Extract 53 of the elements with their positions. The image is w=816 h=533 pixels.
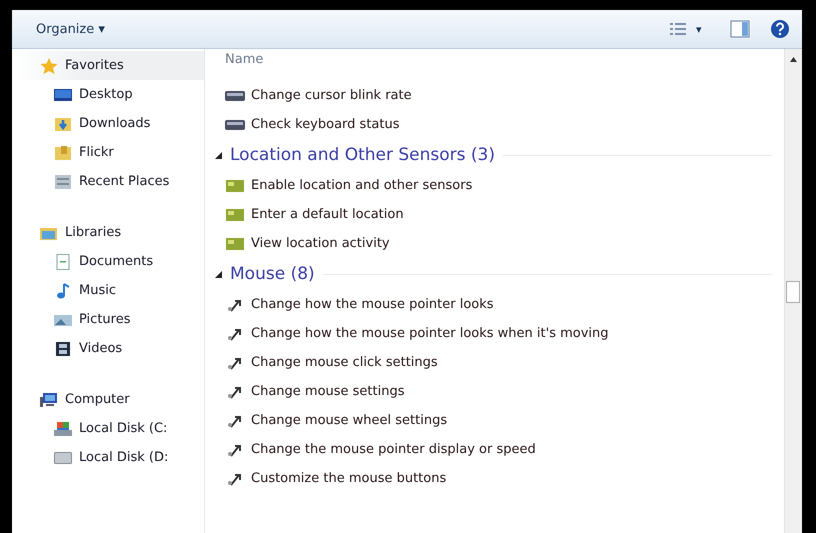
desktop-icon	[54, 86, 72, 102]
view-dropdown-button[interactable]: ▾	[696, 22, 710, 36]
list-item[interactable]: Change how the mouse pointer looks when it's moving	[215, 319, 784, 348]
nav-item[interactable]: Pictures	[12, 305, 204, 334]
help-icon[interactable]	[770, 19, 790, 39]
computer-icon	[40, 392, 58, 408]
list-item[interactable]: Change mouse settings	[215, 377, 784, 406]
list-item[interactable]: Enable location and other sensors	[215, 171, 784, 200]
name-column-header[interactable]: Name	[215, 49, 784, 71]
scroll-thumb[interactable]	[786, 281, 800, 303]
nav-item[interactable]: Local Disk (C:	[12, 414, 204, 443]
vertical-scrollbar[interactable]	[784, 49, 802, 533]
nav-item[interactable]: Documents	[12, 247, 204, 276]
system-drive-icon	[54, 420, 72, 436]
recent-places-icon	[54, 174, 72, 190]
list-item[interactable]: Change cursor blink rate	[215, 81, 784, 110]
group-heading[interactable]: Mouse (8)	[230, 264, 315, 284]
list-item[interactable]: Change how the mouse pointer looks	[215, 290, 784, 319]
document-icon	[54, 254, 72, 270]
nav-item[interactable]: Flickr	[12, 138, 204, 167]
nav-item[interactable]: Local Disk (D:	[12, 443, 204, 472]
view-list-icon[interactable]	[670, 23, 686, 35]
sensor-icon	[225, 178, 245, 192]
nav-item[interactable]: Recent Places	[12, 167, 204, 196]
nav-item[interactable]: Downloads	[12, 109, 204, 138]
preview-pane-icon[interactable]	[730, 20, 750, 38]
star-icon	[40, 58, 58, 74]
film-icon	[54, 340, 72, 356]
collapse-arrow-icon[interactable]	[215, 152, 222, 158]
organize-button[interactable]: Organize ▾	[30, 18, 111, 40]
list-item[interactable]: View location activity	[215, 229, 784, 258]
music-note-icon	[54, 282, 72, 298]
list-item[interactable]: Enter a default location	[215, 200, 784, 229]
collapse-arrow-icon[interactable]	[215, 270, 222, 278]
nav-group-item[interactable]: Computer	[12, 385, 204, 414]
nav-group-item[interactable]: Libraries	[12, 218, 204, 247]
keyboard-icon	[225, 118, 245, 132]
list-item[interactable]: Change mouse click settings	[215, 348, 784, 377]
scroll-up-icon[interactable]	[790, 57, 797, 62]
group-heading[interactable]: Location and Other Sensors (3)	[230, 145, 495, 165]
keyboard-icon	[225, 88, 245, 102]
nav-item[interactable]: Desktop	[12, 80, 204, 109]
nav-item[interactable]: Videos	[12, 334, 204, 363]
list-item[interactable]: Change the mouse pointer display or speed	[215, 435, 784, 464]
sensor-icon	[225, 208, 245, 222]
drive-icon	[54, 450, 72, 466]
sensor-icon	[225, 236, 245, 250]
folder-icon	[54, 144, 72, 160]
nav-item[interactable]: Music	[12, 276, 204, 305]
list-item[interactable]: Customize the mouse buttons	[215, 464, 784, 493]
list-item[interactable]: Check keyboard status	[215, 110, 784, 139]
download-folder-icon	[54, 116, 72, 132]
list-item[interactable]: Change mouse wheel settings	[215, 406, 784, 435]
